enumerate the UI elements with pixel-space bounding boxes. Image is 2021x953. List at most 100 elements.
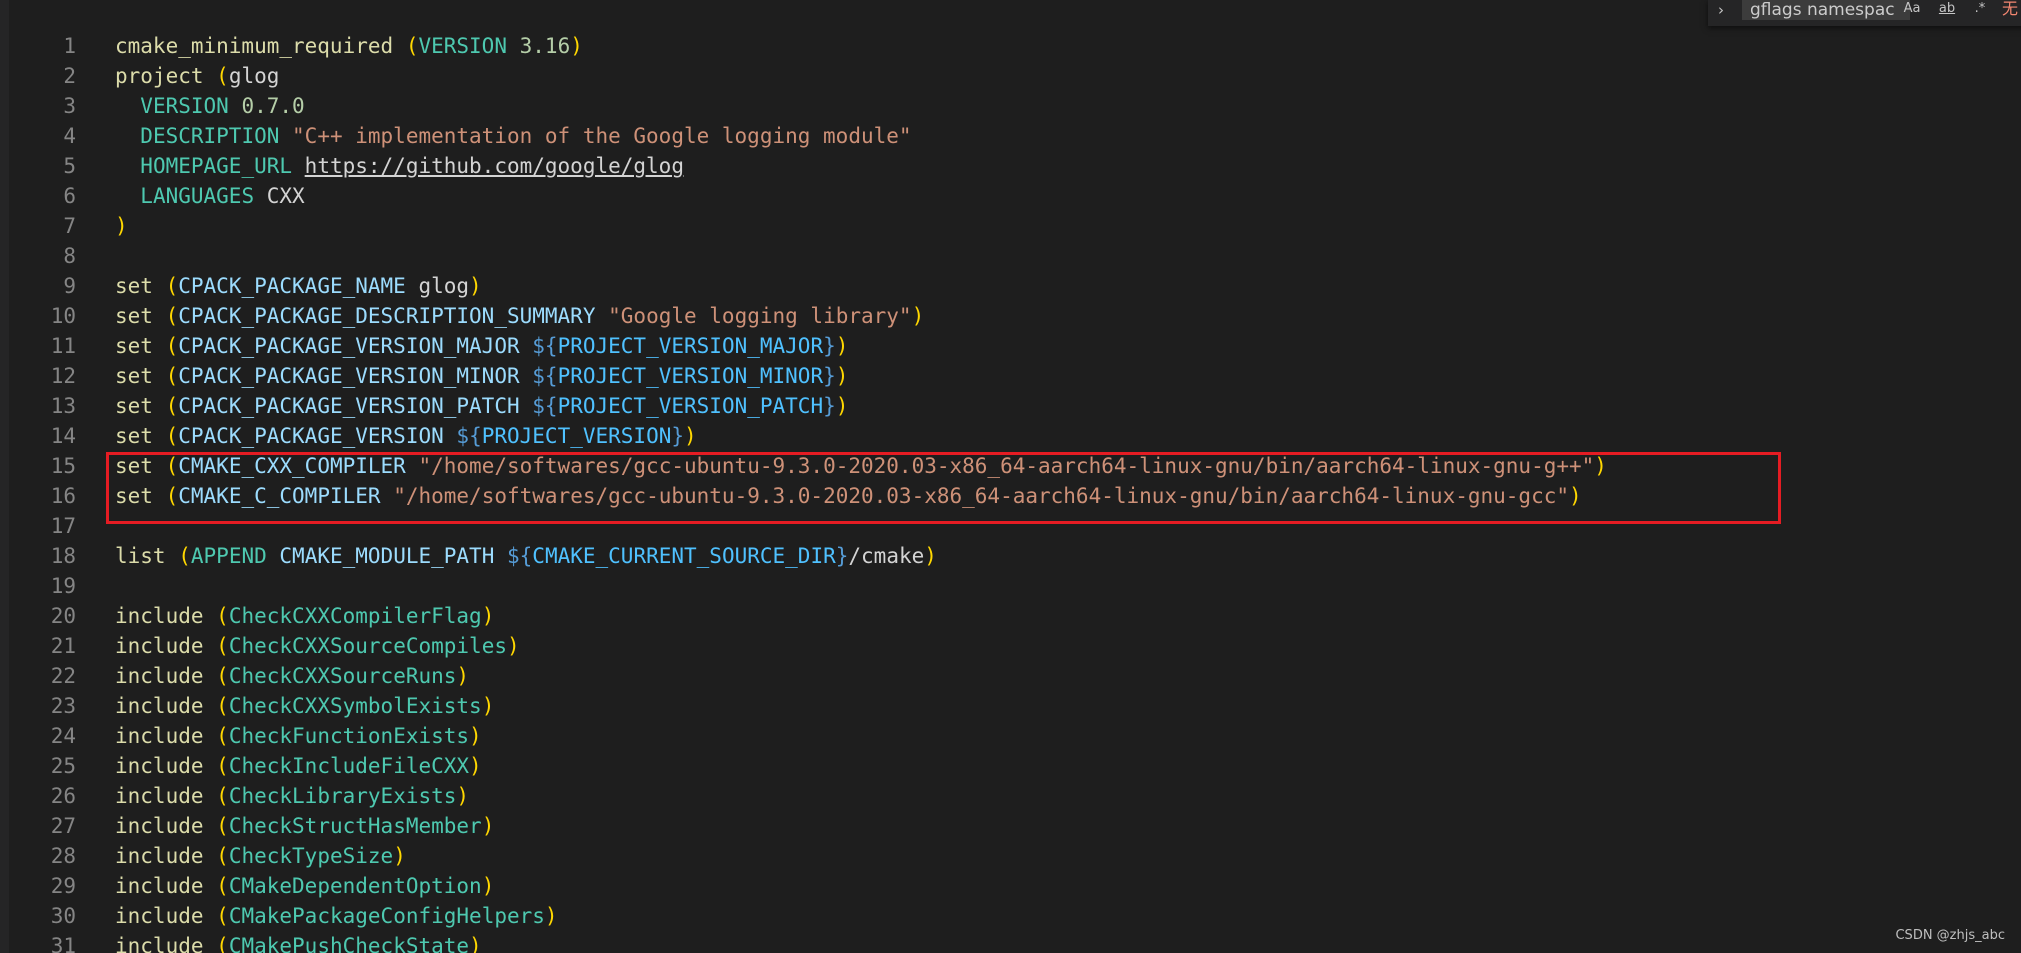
code-token: ( (216, 694, 229, 718)
code-token: ) (835, 394, 849, 418)
code-line[interactable]: 3 VERSION 0.7.0 (0, 91, 2021, 121)
code-area[interactable]: 1 cmake_minimum_required (VERSION 3.16) 2 p… (0, 31, 2021, 953)
code-token: set (115, 304, 153, 328)
code-token: ) (469, 754, 482, 778)
code-line[interactable]: 12 set (CPACK_PACKAGE_VERSION_MINOR ${PRO… (0, 361, 2021, 391)
code-token: ( (165, 394, 179, 418)
code-token: 0.7.0 (241, 94, 305, 118)
code-line[interactable]: 20 include (CheckCXXCompilerFlag) (0, 601, 2021, 631)
code-token: ( (405, 34, 419, 58)
code-token: ( (165, 274, 179, 298)
code-token: HOMEPAGE_URL (140, 154, 293, 178)
code-token: CXX (254, 184, 305, 208)
whole-word-toggle[interactable]: ab (1934, 0, 1960, 20)
code-line[interactable]: 28 include (CheckTypeSize) (0, 841, 2021, 871)
line-number: 10 (50, 304, 76, 328)
code-line[interactable]: 17 (0, 511, 2021, 541)
code-token: ) (481, 604, 495, 628)
code-editor[interactable]: 1 cmake_minimum_required (VERSION 3.16) 2 p… (0, 0, 2021, 953)
code-line[interactable]: 7) (0, 211, 2021, 241)
code-token: PROJECT_VERSION_MINOR (557, 364, 824, 388)
code-token: CPACK_PACKAGE_VERSION_PATCH (178, 394, 520, 418)
code-token: CheckCXXSourceCompiles (228, 634, 507, 658)
code-line[interactable]: 24 include (CheckFunctionExists) (0, 721, 2021, 751)
code-token: ( (216, 844, 229, 868)
line-text: set (CPACK_PACKAGE_NAME glog) (115, 271, 482, 301)
code-token: include (115, 664, 204, 688)
find-input[interactable] (1742, 0, 1910, 20)
line-number: 27 (50, 814, 76, 838)
match-case-toggle[interactable]: Aa (1900, 0, 1924, 20)
code-line[interactable]: 6 LANGUAGES CXX (0, 181, 2021, 211)
code-token: ( (216, 724, 229, 748)
code-token: CPACK_PACKAGE_DESCRIPTION_SUMMARY (178, 304, 596, 328)
code-line[interactable]: 4 DESCRIPTION "C++ implementation of the… (0, 121, 2021, 151)
code-line[interactable]: 30 include (CMakePackageConfigHelpers) (0, 901, 2021, 931)
regex-toggle[interactable]: .* (1970, 0, 1990, 20)
code-token: APPEND (190, 544, 267, 568)
code-token: ) (1594, 454, 1607, 478)
code-token: PROJECT_VERSION_MAJOR (557, 334, 824, 358)
code-token: } (823, 394, 836, 418)
code-line[interactable]: 27 include (CheckStructHasMember) (0, 811, 2021, 841)
code-token: CMAKE_MODULE_PATH (279, 544, 495, 568)
code-line[interactable]: 18 list (APPEND CMAKE_MODULE_PATH ${CMAKE… (0, 541, 2021, 571)
line-text: include (CheckCXXSourceRuns) (115, 661, 469, 691)
code-line[interactable]: 15 set (CMAKE_CXX_COMPILER "/home/softwar… (0, 451, 2021, 481)
code-line[interactable]: 14 set (CPACK_PACKAGE_VERSION ${PROJECT_V… (0, 421, 2021, 451)
code-token[interactable]: https://github.com/google/glog (305, 154, 684, 178)
chevron-right-icon[interactable]: › (1712, 0, 1730, 22)
line-number: 11 (50, 334, 76, 358)
line-number: 19 (50, 574, 76, 598)
code-token: ( (216, 784, 229, 808)
code-token: ( (165, 484, 179, 508)
code-line[interactable]: 13 set (CPACK_PACKAGE_VERSION_PATCH ${PRO… (0, 391, 2021, 421)
code-token: /cmake (848, 544, 925, 568)
code-token: ( (216, 814, 229, 838)
code-line[interactable]: 25 include (CheckIncludeFileCXX) (0, 751, 2021, 781)
code-line[interactable]: 19 (0, 571, 2021, 601)
code-token: CheckStructHasMember (228, 814, 482, 838)
code-token: include (115, 694, 204, 718)
code-line[interactable]: 2 project (glog (0, 61, 2021, 91)
line-text: include (CheckCXXCompilerFlag) (115, 601, 494, 631)
line-text: set (CPACK_PACKAGE_VERSION_MAJOR ${PROJE… (115, 331, 848, 361)
code-token: "Google logging library" (608, 304, 912, 328)
code-token: ( (216, 64, 229, 88)
code-line[interactable]: 5 HOMEPAGE_URL https://github.com/google… (0, 151, 2021, 181)
code-line[interactable]: 1 cmake_minimum_required (VERSION 3.16) (0, 31, 2021, 61)
code-token: set (115, 454, 153, 478)
code-line[interactable]: 8 (0, 241, 2021, 271)
code-token: ) (544, 904, 558, 928)
code-token: set (115, 484, 153, 508)
code-token: "/home/softwares/gcc-ubuntu-9.3.0-2020.0… (393, 484, 1570, 508)
code-line[interactable]: 21 include (CheckCXXSourceCompiles) (0, 631, 2021, 661)
code-line[interactable]: 9 set (CPACK_PACKAGE_NAME glog) (0, 271, 2021, 301)
code-line[interactable]: 10 set (CPACK_PACKAGE_DESCRIPTION_SUMMARY… (0, 301, 2021, 331)
code-token: CPACK_PACKAGE_VERSION_MINOR (178, 364, 520, 388)
find-result-count: 无 (2002, 0, 2019, 18)
code-line[interactable]: 31 include (CMakePushCheckState) (0, 931, 2021, 953)
code-line[interactable]: 22 include (CheckCXXSourceRuns) (0, 661, 2021, 691)
code-token: CheckCXXSymbolExists (228, 694, 482, 718)
code-token: CheckFunctionExists (228, 724, 470, 748)
code-token: ) (469, 274, 482, 298)
line-number: 22 (50, 664, 76, 688)
code-token: CPACK_PACKAGE_VERSION_MAJOR (178, 334, 520, 358)
line-text: HOMEPAGE_URL https://github.com/google/g… (115, 151, 684, 181)
code-line[interactable]: 16 set (CMAKE_C_COMPILER "/home/softwares… (0, 481, 2021, 511)
code-line[interactable]: 23 include (CheckCXXSymbolExists) (0, 691, 2021, 721)
code-line[interactable]: 11 set (CPACK_PACKAGE_VERSION_MAJOR ${PRO… (0, 331, 2021, 361)
code-token: } (671, 424, 685, 448)
code-line[interactable]: 26 include (CheckLibraryExists) (0, 781, 2021, 811)
code-line[interactable]: 29 include (CMakeDependentOption) (0, 871, 2021, 901)
